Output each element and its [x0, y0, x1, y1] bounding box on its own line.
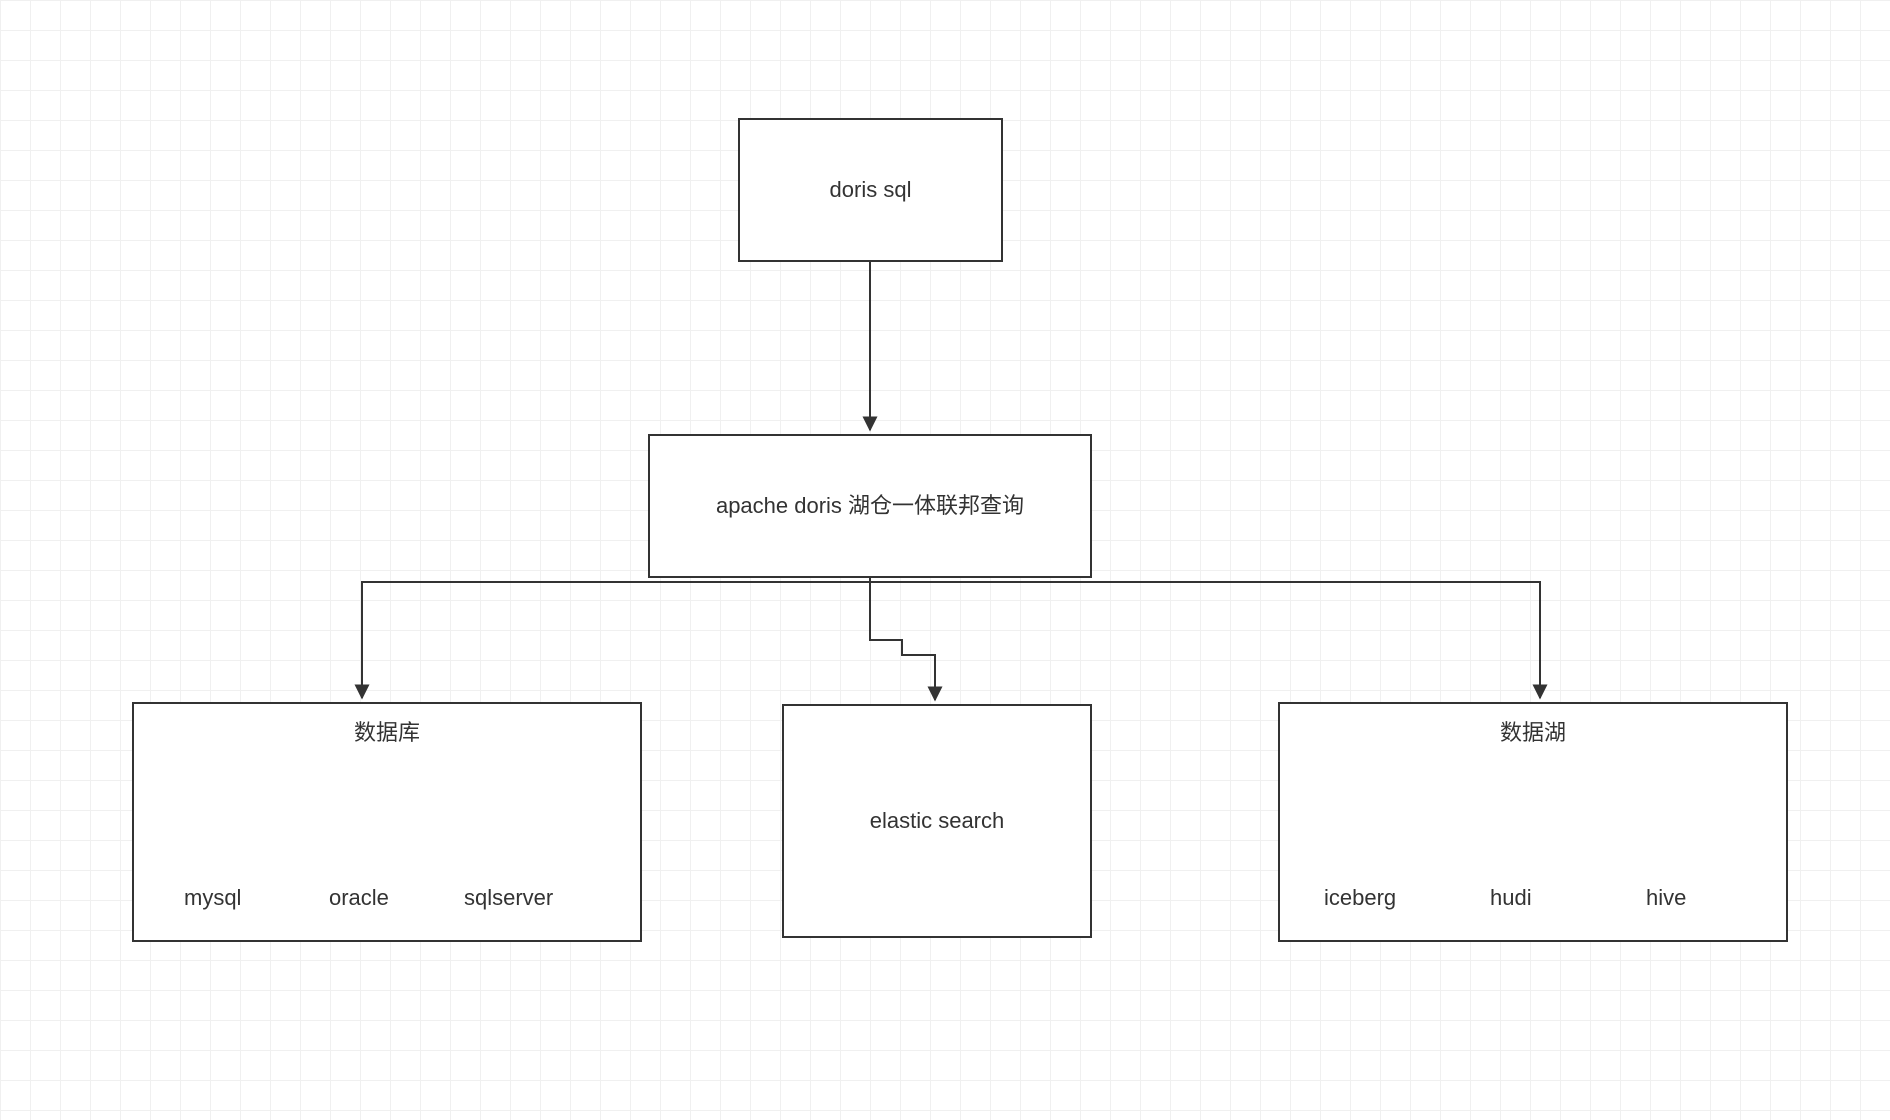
node-datalake-item-hudi: hudi: [1490, 883, 1532, 914]
diagram-canvas: doris sql apache doris 湖仓一体联邦查询 数据库 mysq…: [0, 0, 1890, 1120]
node-elastic[interactable]: elastic search: [782, 704, 1092, 938]
node-federation-label: apache doris 湖仓一体联邦查询: [716, 491, 1024, 522]
node-datalake-item-iceberg: iceberg: [1324, 883, 1396, 914]
node-doris-sql-label: doris sql: [830, 175, 912, 206]
node-doris-sql[interactable]: doris sql: [738, 118, 1003, 262]
node-datalake-item-hive: hive: [1646, 883, 1686, 914]
node-database-item-sqlserver: sqlserver: [464, 883, 553, 914]
node-elastic-label: elastic search: [870, 806, 1005, 837]
node-database[interactable]: 数据库 mysql oracle sqlserver: [132, 702, 642, 942]
edge-federation-to-datalake: [870, 578, 1540, 698]
node-database-item-oracle: oracle: [329, 883, 389, 914]
node-federation[interactable]: apache doris 湖仓一体联邦查询: [648, 434, 1092, 578]
node-database-title: 数据库: [134, 718, 640, 749]
node-datalake-title: 数据湖: [1280, 718, 1786, 749]
node-datalake[interactable]: 数据湖 iceberg hudi hive: [1278, 702, 1788, 942]
node-database-item-mysql: mysql: [184, 883, 241, 914]
edge-federation-to-database: [362, 578, 870, 698]
edge-federation-to-elastic: [870, 578, 935, 700]
